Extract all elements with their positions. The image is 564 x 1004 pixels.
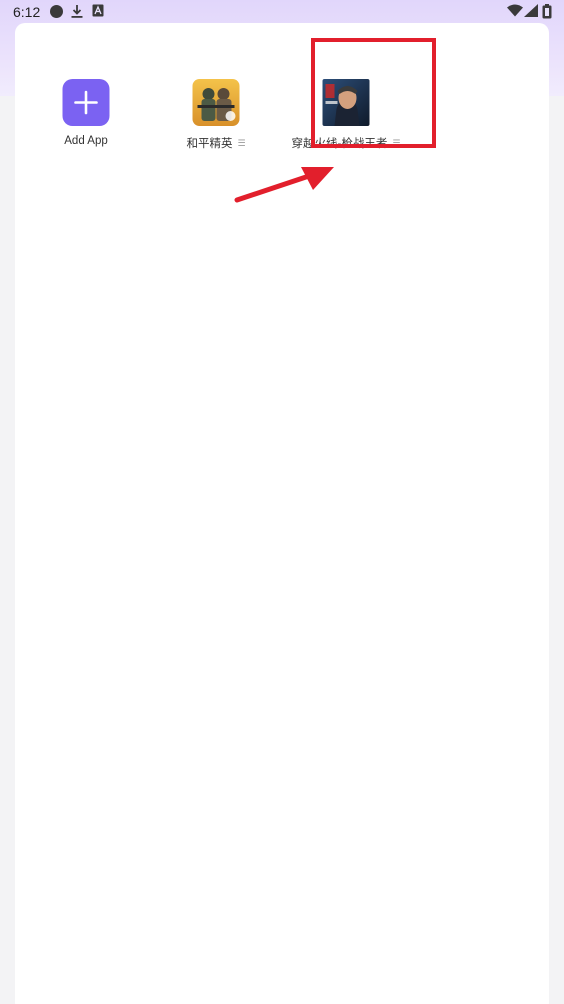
status-bar: 6:12 (0, 0, 564, 23)
add-app-label: Add App (64, 135, 108, 147)
add-app-item[interactable]: Add App (31, 79, 141, 159)
pubg-game-icon[interactable] (192, 79, 240, 126)
app-label-heping: 和平精英 ☰ (161, 135, 271, 151)
circle-notification-icon (49, 4, 64, 24)
menu-dots-icon[interactable]: ☰ (237, 138, 245, 149)
app-item-heping[interactable]: 和平精英 ☰ (161, 79, 271, 159)
app-name-heping: 和平精英 (186, 138, 233, 150)
battery-icon (542, 4, 552, 24)
red-arrow-annotation (234, 167, 334, 203)
signal-icon (524, 4, 538, 22)
plus-icon[interactable] (62, 79, 110, 126)
download-icon (70, 4, 84, 24)
highlight-box-annotation (311, 38, 436, 148)
wifi-icon (507, 4, 523, 22)
a-notification-icon (92, 4, 104, 22)
status-time: 6:12 (13, 4, 41, 20)
